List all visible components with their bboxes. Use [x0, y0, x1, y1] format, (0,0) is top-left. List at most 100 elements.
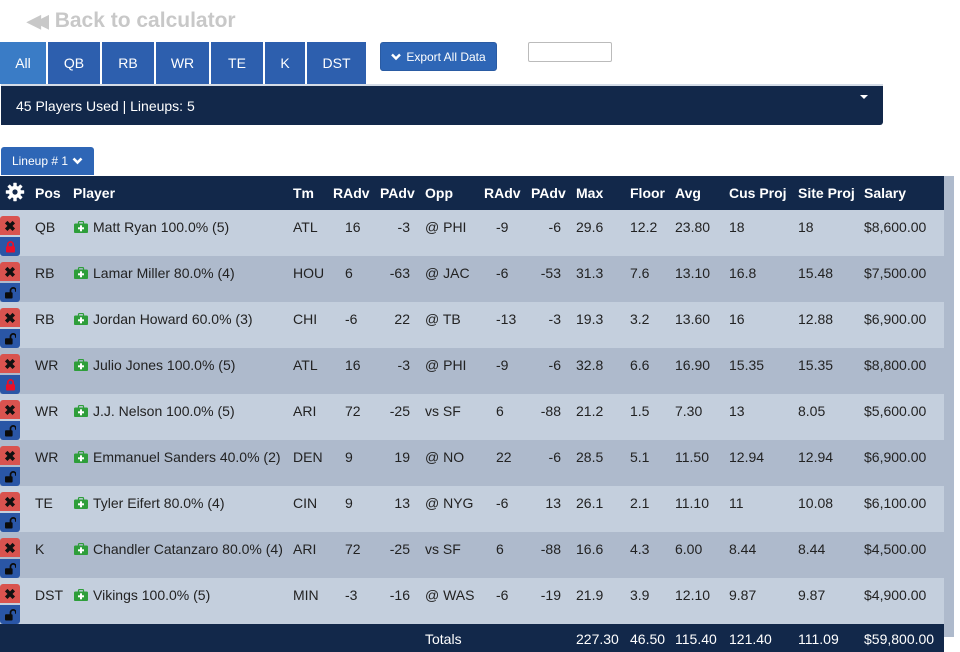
cell-radv: 72 — [345, 541, 361, 557]
export-all-data-button[interactable]: Export All Data — [380, 42, 497, 71]
lineup-selector-button[interactable]: Lineup # 1 — [1, 147, 94, 175]
total-site-proj: 111.09 — [798, 631, 839, 647]
header-pos[interactable]: Pos — [30, 176, 68, 210]
header-salary[interactable]: Salary — [864, 176, 944, 210]
lock-player-button[interactable] — [0, 513, 20, 532]
cell-max: 21.9 — [576, 587, 604, 603]
cell-site-proj: 8.44 — [798, 541, 826, 557]
lock-player-button[interactable] — [0, 329, 20, 348]
remove-player-button[interactable]: ✖ — [0, 308, 20, 327]
settings-column — [0, 176, 30, 210]
cell-padv: 22 — [394, 311, 410, 327]
cell-cus-proj: 9.87 — [729, 587, 757, 603]
cell-floor: 6.6 — [630, 357, 650, 373]
cell-opp-padv: -88 — [540, 403, 561, 419]
cell-opp-radv: -6 — [496, 495, 509, 511]
cell-player[interactable]: J.J. Nelson 100.0% (5) — [68, 394, 293, 440]
lineup-table-container: Pos Player Tm RAdv PAdv Opp RAdv PAdv Ma… — [0, 176, 954, 652]
cell-opp: @ JAC — [425, 265, 470, 281]
header-opp-padv[interactable]: PAdv — [531, 176, 576, 210]
cell-max: 16.6 — [576, 541, 604, 557]
tab-rb[interactable]: RB — [102, 42, 154, 84]
close-icon: ✖ — [4, 217, 16, 234]
lock-player-button[interactable] — [0, 375, 20, 394]
cell-avg: 13.10 — [675, 265, 711, 281]
header-floor[interactable]: Floor — [630, 176, 675, 210]
cell-floor: 1.5 — [630, 403, 650, 419]
tab-te[interactable]: TE — [211, 42, 263, 84]
tab-k[interactable]: K — [265, 42, 305, 84]
header-avg[interactable]: Avg — [675, 176, 729, 210]
player-row: ✖ WR Julio Jones 100.0% (5) ATL 16 -3 @ … — [0, 348, 944, 394]
cell-player[interactable]: Tyler Eifert 80.0% (4) — [68, 486, 293, 532]
cell-cus-proj: 8.44 — [729, 541, 757, 557]
cell-opp-radv: -13 — [496, 311, 517, 327]
cell-pos: K — [35, 541, 45, 557]
header-cus-proj[interactable]: Cus Proj — [729, 176, 798, 210]
cell-site-proj: 10.08 — [798, 495, 834, 511]
unlock-icon — [4, 286, 16, 298]
cell-avg: 16.90 — [675, 357, 711, 373]
cell-floor: 4.3 — [630, 541, 650, 557]
unlock-icon — [4, 562, 16, 574]
header-player[interactable]: Player — [68, 176, 293, 210]
tab-qb[interactable]: QB — [48, 42, 100, 84]
header-padv[interactable]: PAdv — [380, 176, 425, 210]
caret-down-icon[interactable] — [860, 95, 868, 99]
medkit-icon — [74, 451, 88, 463]
cell-opp-padv: -6 — [548, 219, 561, 235]
header-tm[interactable]: Tm — [293, 176, 333, 210]
remove-player-button[interactable]: ✖ — [0, 262, 20, 281]
player-row: ✖ TE Tyler Eifert 80.0% (4) CIN 9 13 @ N… — [0, 486, 944, 532]
header-site-proj[interactable]: Site Proj — [798, 176, 864, 210]
lock-player-button[interactable] — [0, 559, 20, 578]
player-row: ✖ QB Matt Ryan 100.0% (5) ATL 16 -3 @ PH… — [0, 210, 944, 256]
back-to-calculator-link[interactable]: ◀◀ Back to calculator — [27, 9, 236, 33]
cell-opp: vs SF — [425, 403, 461, 419]
cell-player[interactable]: Lamar Miller 80.0% (4) — [68, 256, 293, 302]
header-radv[interactable]: RAdv — [333, 176, 380, 210]
cell-tm: DEN — [293, 449, 323, 465]
lock-player-button[interactable] — [0, 283, 20, 302]
close-icon: ✖ — [4, 263, 16, 280]
header-opp[interactable]: Opp — [425, 176, 484, 210]
remove-player-button[interactable]: ✖ — [0, 492, 20, 511]
cell-radv: 72 — [345, 403, 361, 419]
remove-player-button[interactable]: ✖ — [0, 354, 20, 373]
remove-player-button[interactable]: ✖ — [0, 400, 20, 419]
tab-dst[interactable]: DST — [307, 42, 366, 84]
cell-player[interactable]: Chandler Catanzaro 80.0% (4) — [68, 532, 293, 578]
player-row: ✖ K Chandler Catanzaro 80.0% (4) ARI 72 … — [0, 532, 944, 578]
remove-player-button[interactable]: ✖ — [0, 584, 20, 603]
lock-player-button[interactable] — [0, 421, 20, 440]
tab-wr[interactable]: WR — [156, 42, 209, 84]
medkit-icon — [74, 313, 88, 325]
row-controls: ✖ — [0, 210, 30, 256]
cell-player[interactable]: Matt Ryan 100.0% (5) — [68, 210, 293, 256]
remove-player-button[interactable]: ✖ — [0, 446, 20, 465]
cell-opp-radv: -9 — [496, 357, 509, 373]
tab-all[interactable]: All — [0, 42, 46, 84]
lock-player-button[interactable] — [0, 237, 20, 256]
cell-site-proj: 15.48 — [798, 265, 834, 281]
remove-player-button[interactable]: ✖ — [0, 538, 20, 557]
cell-player[interactable]: Jordan Howard 60.0% (3) — [68, 302, 293, 348]
lock-player-button[interactable] — [0, 605, 20, 624]
medkit-icon — [74, 359, 88, 371]
cell-player[interactable]: Vikings 100.0% (5) — [68, 578, 293, 624]
lock-player-button[interactable] — [0, 467, 20, 486]
cell-player[interactable]: Emmanuel Sanders 40.0% (2) — [68, 440, 293, 486]
gear-icon[interactable] — [1, 182, 29, 202]
cell-avg: 7.30 — [675, 403, 703, 419]
remove-player-button[interactable]: ✖ — [0, 216, 20, 235]
search-input[interactable] — [528, 42, 612, 62]
totals-row: Totals 227.30 46.50 115.40 121.40 111.09… — [0, 624, 944, 652]
unlock-icon — [4, 424, 16, 436]
header-max[interactable]: Max — [576, 176, 630, 210]
header-opp-radv[interactable]: RAdv — [484, 176, 531, 210]
cell-player[interactable]: Julio Jones 100.0% (5) — [68, 348, 293, 394]
close-icon: ✖ — [4, 309, 16, 326]
cell-tm: ARI — [293, 541, 317, 557]
cell-floor: 7.6 — [630, 265, 650, 281]
cell-radv: -6 — [345, 311, 358, 327]
